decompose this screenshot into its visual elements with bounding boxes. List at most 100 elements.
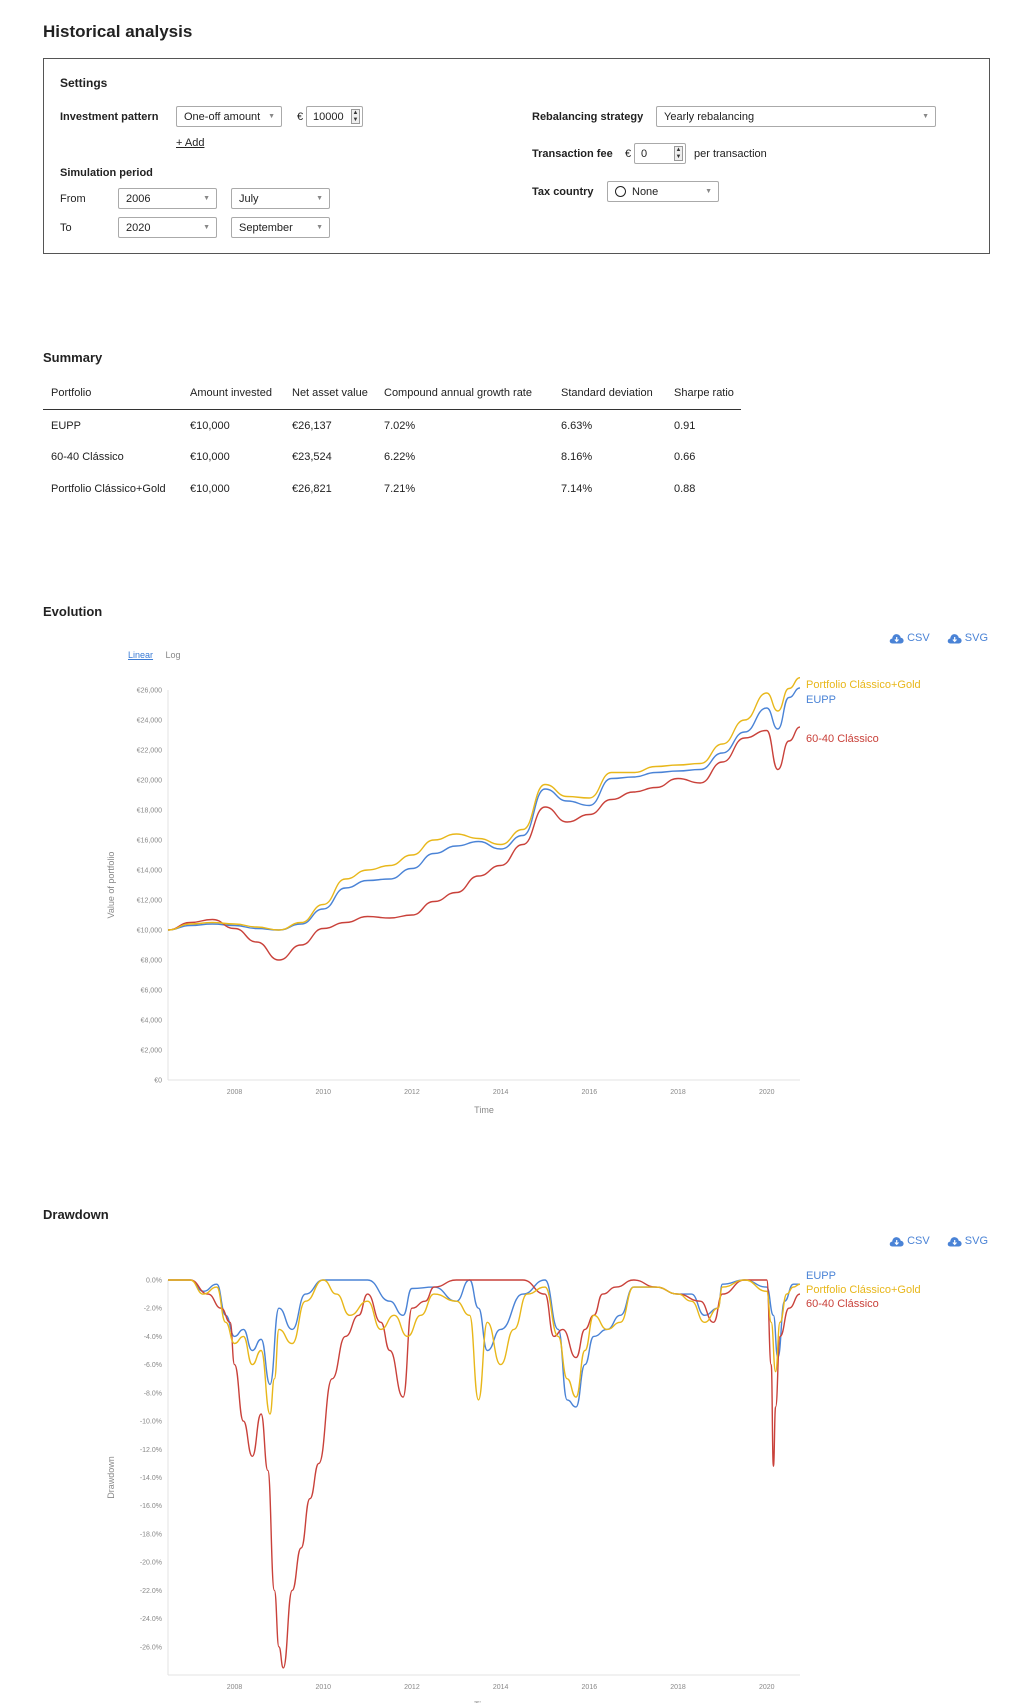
to-month-value: September <box>239 222 293 234</box>
rebalancing-select[interactable]: Yearly rebalancing ▼ <box>656 106 936 127</box>
legend-label: Portfolio Clássico+Gold <box>806 679 921 691</box>
series-line <box>167 687 801 931</box>
amount-input[interactable]: 10000 ▲ ▼ <box>306 106 363 127</box>
drawdown-title: Drawdown <box>43 1207 109 1222</box>
cagr-cell: 7.02% <box>384 420 416 433</box>
y-tick-label: €18,000 <box>137 808 162 815</box>
series-line <box>168 1279 801 1415</box>
x-tick-label: 2012 <box>404 1089 420 1096</box>
no-country-icon <box>615 186 626 197</box>
cloud-download-icon <box>947 1236 962 1246</box>
y-tick-label: €8,000 <box>141 958 163 965</box>
series-line <box>167 677 801 931</box>
x-tick-label: 2020 <box>759 1089 775 1096</box>
y-tick-label: €4,000 <box>141 1018 163 1025</box>
summary-table: Portfolio Amount invested Net asset valu… <box>43 378 741 505</box>
settings-panel: Settings Investment pattern One-off amou… <box>43 58 990 254</box>
transaction-fee-value: 0 <box>641 148 648 160</box>
from-month-select[interactable]: July ▼ <box>231 188 330 209</box>
svg-label: SVG <box>964 632 988 644</box>
chevron-down-icon: ▼ <box>268 113 275 120</box>
y-tick-label: €20,000 <box>137 778 162 785</box>
to-month-select[interactable]: September ▼ <box>231 217 330 238</box>
to-year-value: 2020 <box>126 222 151 234</box>
stepper-icon[interactable]: ▲ ▼ <box>674 146 683 161</box>
svg-download-button[interactable]: SVG <box>947 1235 988 1247</box>
tax-country-label: Tax country <box>532 186 594 198</box>
cloud-download-icon <box>947 633 962 643</box>
rebalancing-label: Rebalancing strategy <box>532 111 644 123</box>
x-tick-label: 2016 <box>582 1089 598 1096</box>
y-tick-label: €22,000 <box>137 748 162 755</box>
svg-download-button[interactable]: SVG <box>947 632 988 644</box>
to-year-select[interactable]: 2020 ▼ <box>118 217 217 238</box>
y-tick-label: €6,000 <box>141 988 163 995</box>
chevron-down-icon: ▼ <box>316 195 323 202</box>
cagr-cell: 7.21% <box>384 483 416 495</box>
investment-pattern-value: One-off amount <box>184 111 261 123</box>
legend-label: 60-40 Clássico <box>806 733 879 745</box>
from-month-value: July <box>239 193 259 205</box>
csv-download-button[interactable]: CSV <box>889 1235 930 1247</box>
page-title: Historical analysis <box>43 22 193 41</box>
portfolio-link-eupp[interactable]: EUPP <box>43 409 182 441</box>
table-row: 60-40 Clássico €10,000 €23,524 6.22% 8.1… <box>43 441 741 473</box>
y-tick-label: -18.0% <box>140 1531 162 1538</box>
y-tick-label: -22.0% <box>140 1588 162 1595</box>
legend-label: EUPP <box>806 1270 836 1282</box>
net-asset-value-cell: €26,137 <box>292 420 332 433</box>
cloud-download-icon <box>889 633 904 643</box>
net-asset-value-cell: €23,524 <box>292 451 332 463</box>
chevron-down-icon: ▼ <box>922 113 929 120</box>
scale-toggle: Linear Log <box>128 650 181 660</box>
scale-linear-button[interactable]: Linear <box>128 650 153 660</box>
table-row: EUPP €10,000 €26,137 7.02% 6.63% 0.91 <box>43 409 741 441</box>
csv-label: CSV <box>907 632 930 644</box>
x-tick-label: 2016 <box>582 1684 598 1691</box>
tax-country-select[interactable]: None ▼ <box>607 181 719 202</box>
y-tick-label: -12.0% <box>140 1447 162 1454</box>
amount-invested-cell: €10,000 <box>190 451 230 463</box>
add-investment-link[interactable]: + Add <box>176 137 204 149</box>
y-tick-label: €16,000 <box>137 838 162 845</box>
scale-log-button[interactable]: Log <box>166 650 181 660</box>
legend-label: EUPP <box>806 694 836 706</box>
col-sharpe-ratio: Sharpe ratio <box>666 378 741 410</box>
y-tick-label: €10,000 <box>137 928 162 935</box>
from-year-select[interactable]: 2006 ▼ <box>118 188 217 209</box>
cagr-cell: 6.22% <box>384 451 416 463</box>
from-year-value: 2006 <box>126 193 151 205</box>
to-label: To <box>60 222 72 234</box>
x-axis-title: Time <box>474 1105 494 1115</box>
csv-download-button[interactable]: CSV <box>889 632 930 644</box>
y-tick-label: €0 <box>154 1078 162 1085</box>
y-tick-label: -8.0% <box>144 1390 162 1397</box>
x-tick-label: 2010 <box>315 1684 331 1691</box>
y-tick-label: -2.0% <box>144 1306 162 1313</box>
amount-invested-cell: €10,000 <box>190 420 230 433</box>
y-tick-label: -26.0% <box>140 1644 162 1651</box>
x-tick-label: 2018 <box>670 1089 686 1096</box>
std-dev-cell: 7.14% <box>561 483 593 495</box>
y-tick-label: 0.0% <box>146 1278 162 1285</box>
rebalancing-value: Yearly rebalancing <box>664 111 755 123</box>
col-standard-deviation: Standard deviation <box>553 378 666 410</box>
investment-pattern-select[interactable]: One-off amount ▼ <box>176 106 282 127</box>
y-axis-title: Value of portfolio <box>106 852 116 919</box>
col-amount-invested: Amount invested <box>182 378 284 410</box>
x-tick-label: 2014 <box>493 1684 509 1691</box>
transaction-fee-input[interactable]: 0 ▲ ▼ <box>634 143 686 164</box>
portfolio-link-classico-gold[interactable]: Portfolio Clássico+Gold <box>43 473 182 505</box>
simulation-period-label: Simulation period <box>60 167 153 179</box>
x-tick-label: 2010 <box>315 1089 331 1096</box>
stepper-icon[interactable]: ▲ ▼ <box>351 109 360 124</box>
portfolio-link-classico[interactable]: 60-40 Clássico <box>43 441 182 473</box>
csv-label: CSV <box>907 1235 930 1247</box>
y-tick-label: -20.0% <box>140 1560 162 1567</box>
y-tick-label: €26,000 <box>137 688 162 695</box>
chevron-down-icon: ▼ <box>203 224 210 231</box>
evolution-chart: €0 €2,000 €4,000 €6,000 €8,000 €10,000 €12,000… <box>106 677 921 1115</box>
net-asset-value-cell: €26,821 <box>292 483 332 495</box>
legend-label: Portfolio Clássico+Gold <box>806 1284 921 1296</box>
y-tick-label: €12,000 <box>137 898 162 905</box>
